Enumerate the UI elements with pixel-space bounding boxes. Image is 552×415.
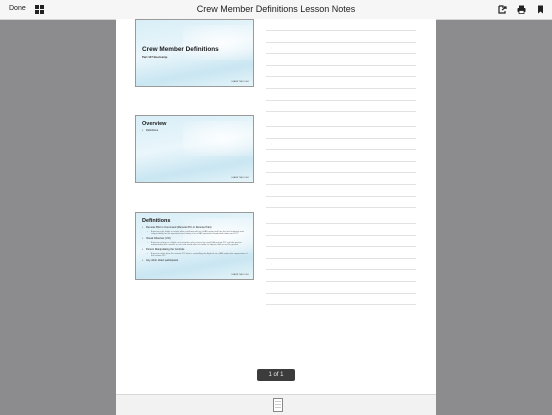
slide-bullets: Definitions [142,129,249,134]
top-toolbar: Done Crew Member Definitions Lesson Note… [0,0,552,20]
page-thumbnail[interactable] [273,398,283,412]
print-icon[interactable] [517,5,526,14]
slide-sub-bullet: A person acting as a flight crew member … [142,242,249,246]
slide-sub-bullet: A person other than the remote PIC who i… [142,253,249,257]
slide-sub-bullet: A person who holds a remote pilot certif… [142,231,249,235]
slide-footer: LEARN THE LOGO [231,274,249,276]
slide-thumbnail-1: Crew Member Definitions Part 107 Bootcam… [135,19,254,87]
note-lines [266,30,416,123]
slide-thumbnail-2: Overview Definitions LEARN THE LOGO [135,115,254,183]
slide-title: Crew Member Definitions [142,46,219,53]
note-lines [266,223,416,316]
slide-subtitle: Part 107 Bootcamp [142,55,168,59]
slide-thumbnail-3: Definitions Remote Pilot in Command (Rem… [135,212,254,280]
document-page: Crew Member Definitions Part 107 Bootcam… [116,19,436,394]
slide-footer: LEARN THE LOGO [231,81,249,83]
slide-bullets: Remote Pilot in Command (Remote PIC or R… [142,226,249,264]
slide-title: Overview [142,121,167,127]
slide-bullet: Any other direct participants [142,259,249,262]
note-lines [266,126,416,219]
slide-bullet: Remote Pilot in Command (Remote PIC or R… [142,226,249,229]
slide-title: Definitions [142,218,171,224]
thumbnail-strip [116,394,436,415]
bookmark-icon[interactable] [536,5,545,14]
share-icon[interactable] [498,5,507,14]
page-indicator: 1 of 1 [257,369,295,381]
slide-bullet: Visual Observer (VO) [142,237,249,240]
slide-bullet: Definitions [142,129,249,132]
document-title: Crew Member Definitions Lesson Notes [196,4,356,14]
slide-footer: LEARN THE LOGO [231,177,249,179]
slide-bullet: Person Manipulating the Controls [142,248,249,251]
